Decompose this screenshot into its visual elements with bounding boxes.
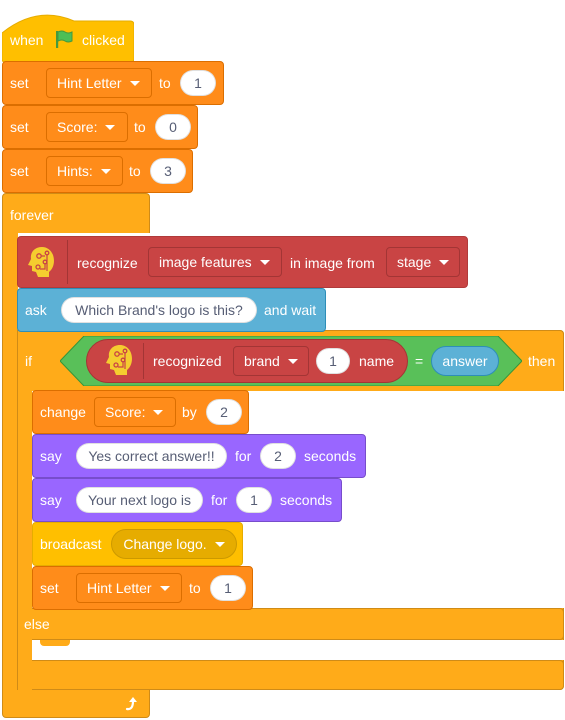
set-keyword: set	[10, 75, 29, 91]
else-label: else	[24, 616, 50, 632]
say-label: say	[40, 448, 62, 464]
chevron-down-icon	[439, 259, 450, 265]
variable-dropdown-hint-letter[interactable]: Hint Letter	[76, 573, 182, 603]
in-image-from-label: in image from	[290, 255, 375, 271]
source-dropdown[interactable]: stage	[386, 247, 460, 277]
dropdown-value: image features	[159, 254, 252, 270]
broadcast-message-dropdown[interactable]: Change logo.	[111, 529, 237, 559]
forever-mouth-right	[150, 193, 170, 233]
and-wait-label: and wait	[264, 302, 317, 318]
seconds-label: seconds	[304, 448, 357, 464]
change-label: change	[40, 404, 86, 420]
answer-reporter[interactable]: answer	[431, 346, 499, 376]
value-input[interactable]: 2	[206, 399, 242, 425]
when-label: when	[10, 32, 44, 48]
value-input[interactable]: 0	[155, 114, 191, 140]
to-keyword: to	[129, 163, 141, 179]
seconds-label: seconds	[280, 492, 333, 508]
dropdown-value: Score:	[105, 404, 146, 420]
to-keyword: to	[134, 119, 146, 135]
message-input[interactable]: Your next logo is	[76, 487, 203, 513]
variable-dropdown-score[interactable]: Score:	[46, 112, 128, 142]
if-bottom-bar	[17, 660, 564, 690]
set-keyword: set	[10, 119, 29, 135]
value-input[interactable]: 3	[150, 158, 186, 184]
secs-input[interactable]: 1	[236, 487, 272, 513]
for-label: for	[235, 448, 252, 464]
dropdown-value: stage	[397, 254, 432, 270]
secs-input[interactable]: 2	[260, 443, 296, 469]
chevron-down-icon	[153, 409, 164, 415]
chevron-down-icon	[105, 124, 116, 130]
ml-head-icon	[26, 244, 58, 280]
ml-head-icon	[104, 342, 136, 378]
to-keyword: to	[159, 75, 171, 91]
then-label: then	[528, 353, 556, 369]
message-input[interactable]: Yes correct answer!!	[76, 443, 227, 469]
name-label: name	[359, 353, 395, 369]
forever-label: forever	[10, 207, 54, 223]
chevron-down-icon	[259, 259, 270, 265]
ask-label: ask	[25, 302, 47, 318]
for-label: for	[211, 492, 228, 508]
chevron-down-icon	[159, 585, 170, 591]
chevron-down-icon	[129, 80, 140, 86]
green-flag-icon	[54, 29, 74, 49]
feature-dropdown[interactable]: image features	[148, 247, 282, 277]
variable-dropdown-hint-letter[interactable]: Hint Letter	[46, 68, 152, 98]
variable-dropdown-hints[interactable]: Hints:	[46, 156, 123, 186]
question-input[interactable]: Which Brand's logo is this?	[61, 297, 257, 323]
dropdown-value: Change logo.	[123, 536, 207, 552]
recognized-label: recognized	[153, 353, 222, 369]
else-mouth	[32, 640, 565, 660]
dropdown-value: Hint Letter	[87, 580, 152, 596]
variable-dropdown-score[interactable]: Score:	[94, 397, 176, 427]
if-left-arm	[17, 330, 32, 690]
else-slot-notch	[40, 640, 70, 646]
reporter-divider	[143, 343, 144, 379]
dropdown-value: Score:	[57, 119, 98, 135]
value-input[interactable]: 1	[210, 575, 246, 601]
loop-arrow-icon	[123, 695, 141, 713]
clicked-label: clicked	[82, 32, 125, 48]
class-dropdown-value: brand	[244, 353, 280, 369]
set-keyword: set	[10, 163, 29, 179]
block-divider	[67, 240, 68, 284]
dropdown-value: Hint Letter	[57, 75, 122, 91]
say-label: say	[40, 492, 62, 508]
chevron-down-icon	[214, 541, 225, 547]
dropdown-value: Hints:	[57, 163, 93, 179]
recognize-label: recognize	[77, 255, 138, 271]
index-input[interactable]: 1	[316, 348, 350, 374]
chevron-down-icon	[287, 358, 298, 364]
chevron-down-icon	[100, 168, 111, 174]
class-dropdown[interactable]: brand	[233, 346, 309, 376]
by-label: by	[182, 404, 197, 420]
to-keyword: to	[189, 580, 201, 596]
value-input[interactable]: 1	[180, 70, 216, 96]
set-keyword: set	[40, 580, 59, 596]
if-label: if	[25, 353, 32, 369]
else-bar	[17, 608, 564, 640]
equals-sign: =	[415, 353, 424, 369]
broadcast-label: broadcast	[40, 536, 102, 552]
